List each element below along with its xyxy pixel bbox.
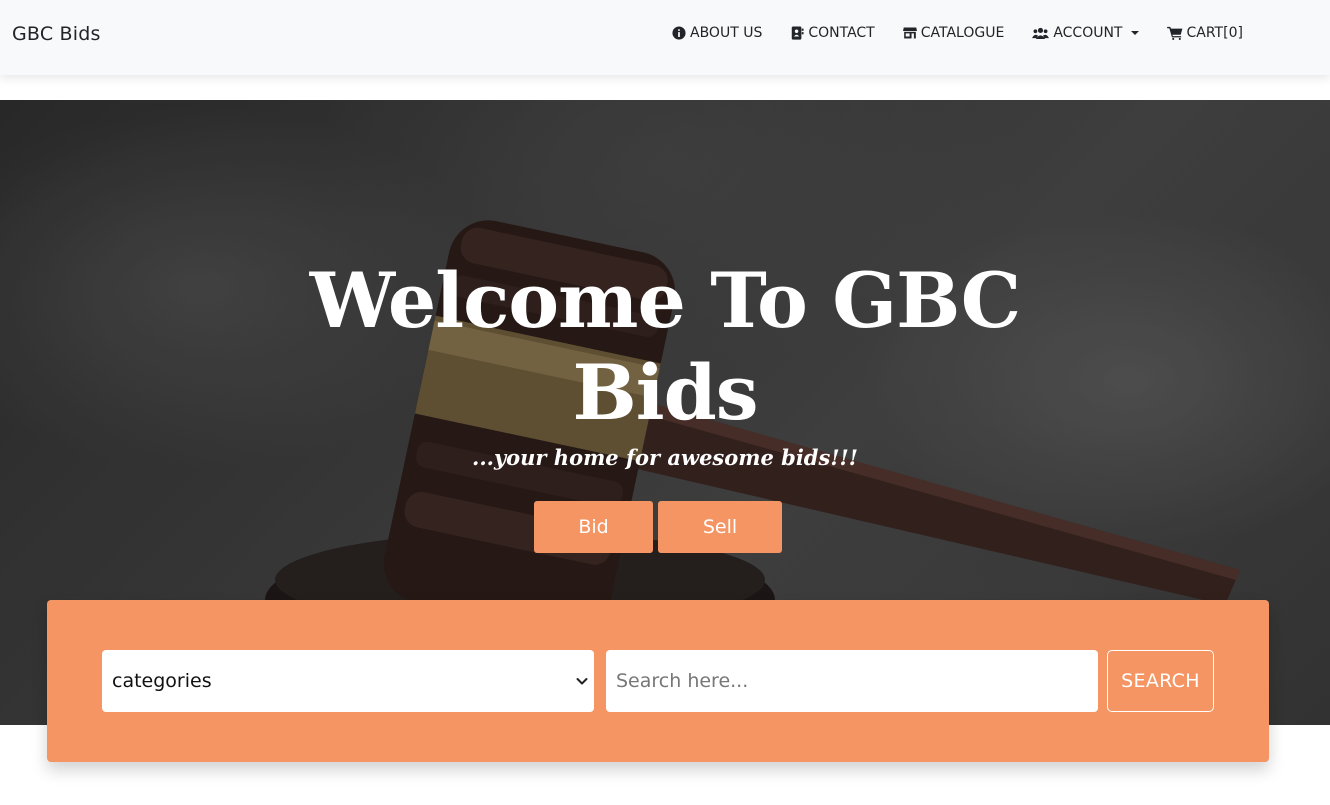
store-icon xyxy=(902,27,917,39)
nav-cart[interactable]: CART[0] xyxy=(1166,25,1243,41)
chevron-down-icon xyxy=(1130,31,1139,35)
navbar: GBC Bids ABOUT US CONTACT CATALOGUE ACCO… xyxy=(0,0,1330,75)
hero-title-line-1: Welcome To GBC xyxy=(309,256,1022,345)
nav-account-dropdown[interactable]: ACCOUNT xyxy=(1032,25,1139,41)
nav-contact-label: CONTACT xyxy=(808,25,875,41)
nav-cart-label: CART[0] xyxy=(1186,25,1243,41)
nav-about-us[interactable]: ABOUT US xyxy=(672,25,762,41)
hero-title: Welcome To GBC Bids xyxy=(265,255,1065,439)
info-circle-icon xyxy=(672,26,686,40)
nav-contact[interactable]: CONTACT xyxy=(790,25,875,41)
hero-title-line-2: Bids xyxy=(572,348,758,437)
search-panel: categories SEARCH xyxy=(47,600,1269,762)
brand-link[interactable]: GBC Bids xyxy=(12,23,101,45)
bid-button[interactable]: Bid xyxy=(534,501,653,553)
nav-about-us-label: ABOUT US xyxy=(690,25,763,41)
search-button[interactable]: SEARCH xyxy=(1107,650,1214,712)
sell-button[interactable]: Sell xyxy=(658,501,782,553)
address-book-icon xyxy=(792,26,804,40)
hero-tagline: ...your home for awesome bids!!! xyxy=(472,445,858,470)
search-input[interactable] xyxy=(606,650,1098,712)
category-select[interactable]: categories xyxy=(102,650,594,712)
nav-account-label: ACCOUNT xyxy=(1053,25,1123,41)
users-icon xyxy=(1032,27,1050,39)
chevron-down-icon xyxy=(576,678,588,685)
category-select-value: categories xyxy=(112,670,212,692)
nav-catalogue[interactable]: CATALOGUE xyxy=(902,25,1005,41)
nav-links: ABOUT US CONTACT CATALOGUE ACCOUNT CART[… xyxy=(672,25,1243,41)
cart-icon xyxy=(1166,26,1182,40)
nav-catalogue-label: CATALOGUE xyxy=(920,25,1005,41)
